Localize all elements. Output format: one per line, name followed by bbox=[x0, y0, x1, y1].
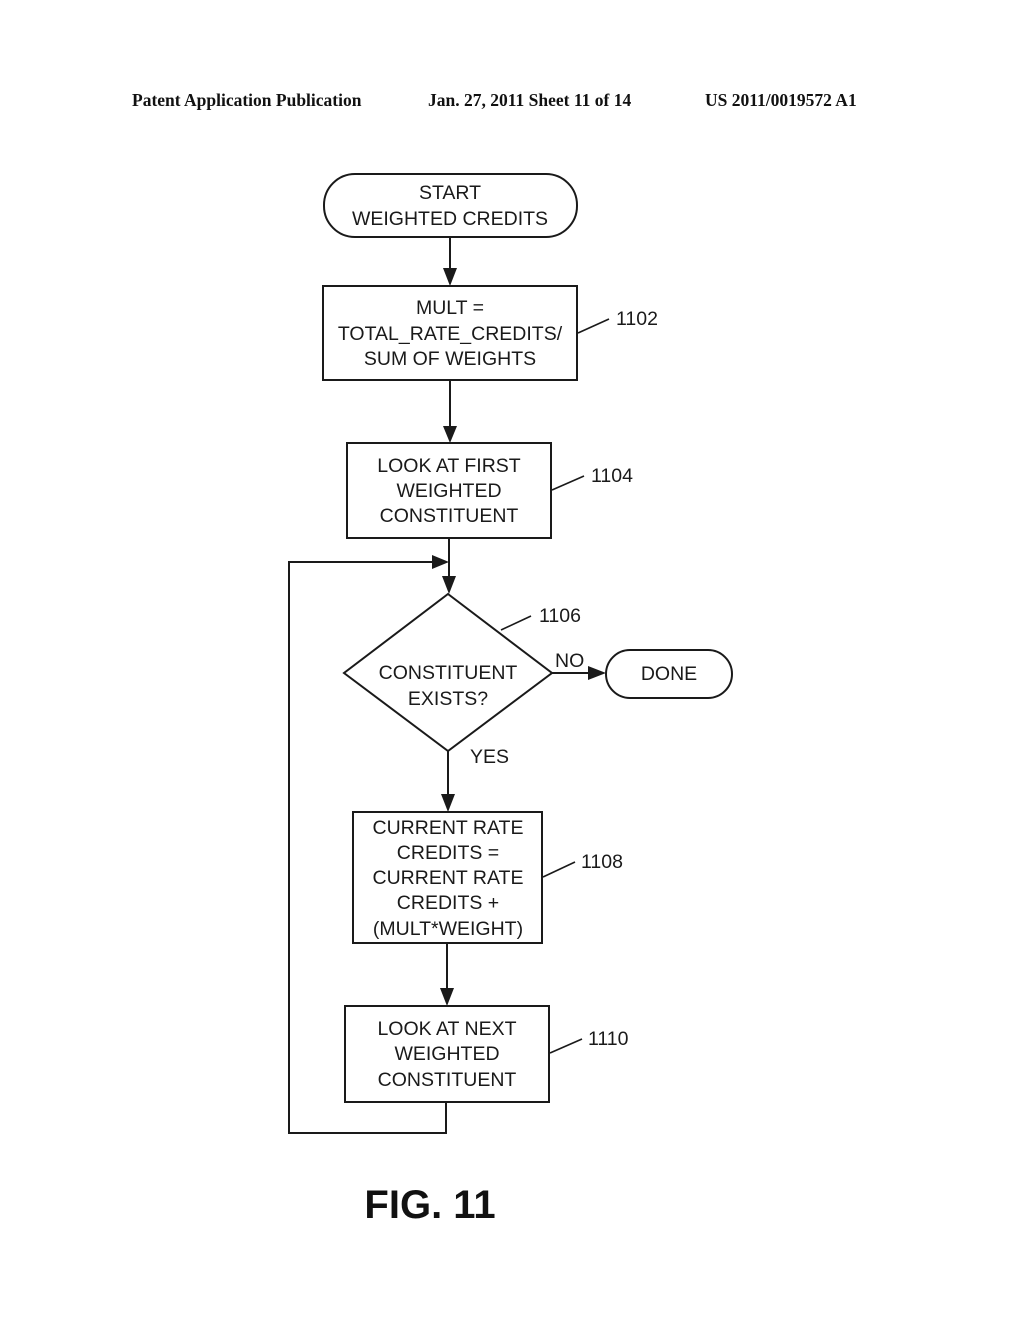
arrow-1108-to-1110 bbox=[440, 943, 454, 1006]
step-1108-line-4: CREDITS + bbox=[397, 892, 499, 914]
ref-numeral-1104: 1104 bbox=[591, 465, 633, 487]
decision-diamond-1106: CONSTITUENT EXISTS? 1106 bbox=[342, 592, 581, 753]
no-branch-label: NO bbox=[555, 650, 584, 672]
step-1108-line-1: CURRENT RATE bbox=[373, 817, 524, 839]
step-1108-line-3: CURRENT RATE bbox=[373, 867, 524, 889]
process-box-1104: LOOK AT FIRST WEIGHTED CONSTITUENT 1104 bbox=[346, 442, 633, 539]
step-1102-line-3: SUM OF WEIGHTS bbox=[364, 348, 536, 370]
step-1110-line-2: WEIGHTED bbox=[394, 1043, 499, 1065]
arrow-yes-to-1108: YES bbox=[441, 746, 509, 812]
process-box-1110: LOOK AT NEXT WEIGHTED CONSTITUENT 1110 bbox=[344, 1005, 629, 1103]
step-1110-line-1: LOOK AT NEXT bbox=[377, 1018, 516, 1040]
decision-1106-line-1: CONSTITUENT bbox=[379, 662, 518, 684]
yes-branch-label: YES bbox=[470, 746, 509, 768]
ref-numeral-1102: 1102 bbox=[616, 308, 658, 330]
leader-line-1104 bbox=[551, 475, 585, 491]
ref-numeral-1108: 1108 bbox=[581, 851, 623, 873]
ref-numeral-1110: 1110 bbox=[588, 1028, 629, 1050]
done-label: DONE bbox=[641, 663, 697, 685]
arrow-1104-to-1106 bbox=[442, 538, 456, 594]
leader-line-1106 bbox=[500, 615, 532, 631]
start-label-line-1: START bbox=[419, 182, 481, 204]
step-1102-line-2: TOTAL_RATE_CREDITS/ bbox=[338, 323, 563, 345]
process-box-1102: MULT = TOTAL_RATE_CREDITS/ SUM OF WEIGHT… bbox=[322, 285, 658, 381]
step-1104-line-3: CONSTITUENT bbox=[380, 505, 519, 527]
start-terminal: START WEIGHTED CREDITS bbox=[323, 173, 578, 238]
leader-line-1102 bbox=[577, 318, 610, 334]
done-terminal: DONE bbox=[605, 649, 733, 699]
arrow-no-to-done: NO bbox=[552, 650, 606, 680]
process-box-1108: CURRENT RATE CREDITS = CURRENT RATE CRED… bbox=[352, 811, 623, 944]
step-1102-line-1: MULT = bbox=[416, 297, 484, 319]
figure-label: FIG. 11 bbox=[364, 1183, 495, 1227]
step-1104-line-1: LOOK AT FIRST bbox=[377, 455, 520, 477]
step-1108-line-5: (MULT*WEIGHT) bbox=[373, 918, 523, 940]
decision-1106-line-2: EXISTS? bbox=[408, 688, 488, 710]
ref-numeral-1106: 1106 bbox=[539, 605, 581, 627]
leader-line-1110 bbox=[549, 1038, 583, 1054]
arrow-1102-to-1104 bbox=[443, 380, 457, 443]
start-label-line-2: WEIGHTED CREDITS bbox=[352, 208, 548, 230]
arrow-start-to-1102 bbox=[443, 237, 457, 286]
step-1110-line-3: CONSTITUENT bbox=[378, 1069, 517, 1091]
step-1108-line-2: CREDITS = bbox=[397, 842, 499, 864]
leader-line-1108 bbox=[542, 861, 576, 878]
flowchart-diagram: START WEIGHTED CREDITS MULT = TOTAL_RATE… bbox=[288, 173, 733, 1227]
step-1104-line-2: WEIGHTED bbox=[396, 480, 501, 502]
